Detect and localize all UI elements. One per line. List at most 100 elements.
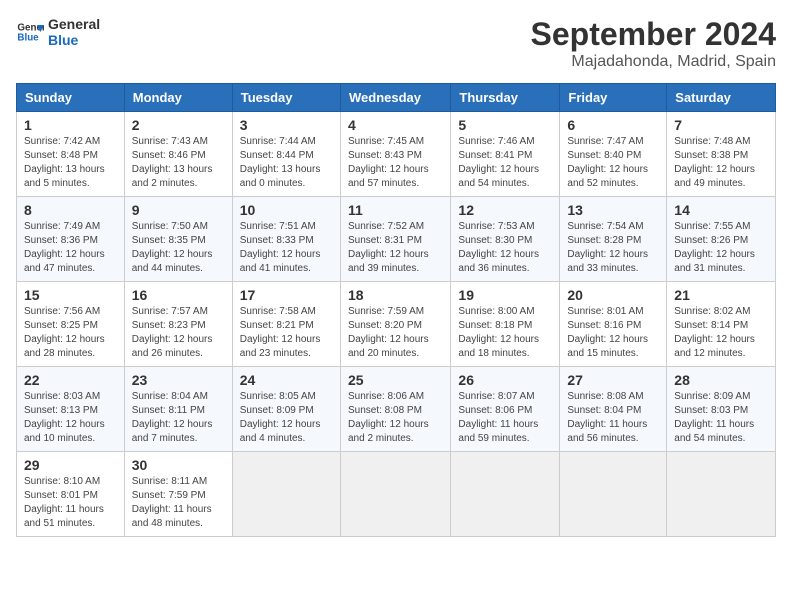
day-info: Sunrise: 7:46 AM Sunset: 8:41 PM Dayligh… — [458, 135, 552, 191]
calendar-cell: 27 Sunrise: 8:08 AM Sunset: 8:04 PM Dayli… — [560, 367, 667, 452]
calendar-cell: 24Sunrise: 8:05 AM Sunset: 8:09 PM Dayli… — [232, 367, 340, 452]
calendar-cell: 18 Sunrise: 7:59 AM Sunset: 8:20 PM Dayli… — [340, 282, 450, 367]
day-number: 20 — [567, 287, 659, 303]
day-info: Sunrise: 7:58 AM Sunset: 8:21 PM Dayligh… — [240, 305, 333, 361]
day-info: Sunrise: 8:03 AM Sunset: 8:13 PM Dayligh… — [24, 390, 117, 446]
calendar-cell: 17 Sunrise: 7:58 AM Sunset: 8:21 PM Dayli… — [232, 282, 340, 367]
month-title: September 2024 — [531, 16, 776, 53]
column-header-wednesday: Wednesday — [340, 84, 450, 112]
logo: General Blue General Blue — [16, 16, 100, 48]
logo-blue: Blue — [48, 32, 100, 48]
day-info: Sunrise: 8:08 AM Sunset: 8:04 PM Dayligh… — [567, 390, 659, 446]
calendar-cell: 6Sunrise: 7:47 AM Sunset: 8:40 PM Daylig… — [560, 112, 667, 197]
day-info: Sunrise: 8:04 AM Sunset: 8:11 PM Dayligh… — [132, 390, 225, 446]
day-info: Sunrise: 7:53 AM Sunset: 8:30 PM Dayligh… — [458, 220, 552, 276]
day-info: Sunrise: 7:50 AM Sunset: 8:35 PM Dayligh… — [132, 220, 225, 276]
day-number: 10 — [240, 202, 333, 218]
calendar-cell: 12 Sunrise: 7:53 AM Sunset: 8:30 PM Dayli… — [451, 197, 560, 282]
svg-text:Blue: Blue — [17, 32, 39, 43]
day-number: 9 — [132, 202, 225, 218]
day-info: Sunrise: 8:06 AM Sunset: 8:08 PM Dayligh… — [348, 390, 443, 446]
calendar-cell: 5 Sunrise: 7:46 AM Sunset: 8:41 PM Daylig… — [451, 112, 560, 197]
calendar-cell: 22 Sunrise: 8:03 AM Sunset: 8:13 PM Dayli… — [17, 367, 125, 452]
day-number: 26 — [458, 372, 552, 388]
day-number: 17 — [240, 287, 333, 303]
calendar-cell: 1 Sunrise: 7:42 AM Sunset: 8:48 PM Daylig… — [17, 112, 125, 197]
day-number: 15 — [24, 287, 117, 303]
day-number: 21 — [674, 287, 768, 303]
day-info: Sunrise: 7:51 AM Sunset: 8:33 PM Dayligh… — [240, 220, 333, 276]
column-header-friday: Friday — [560, 84, 667, 112]
day-number: 28 — [674, 372, 768, 388]
day-info: Sunrise: 7:54 AM Sunset: 8:28 PM Dayligh… — [567, 220, 659, 276]
calendar-cell — [667, 452, 776, 537]
calendar-cell: 23 Sunrise: 8:04 AM Sunset: 8:11 PM Dayli… — [124, 367, 232, 452]
day-info: Sunrise: 7:57 AM Sunset: 8:23 PM Dayligh… — [132, 305, 225, 361]
column-header-tuesday: Tuesday — [232, 84, 340, 112]
calendar-body: 1 Sunrise: 7:42 AM Sunset: 8:48 PM Daylig… — [17, 112, 776, 537]
calendar-cell — [232, 452, 340, 537]
column-header-thursday: Thursday — [451, 84, 560, 112]
calendar-cell — [340, 452, 450, 537]
column-header-saturday: Saturday — [667, 84, 776, 112]
day-number: 29 — [24, 457, 117, 473]
calendar-week-row: 8 Sunrise: 7:49 AM Sunset: 8:36 PM Daylig… — [17, 197, 776, 282]
calendar-week-row: 1 Sunrise: 7:42 AM Sunset: 8:48 PM Daylig… — [17, 112, 776, 197]
logo-general: General — [48, 16, 100, 32]
day-number: 22 — [24, 372, 117, 388]
calendar-cell: 25 Sunrise: 8:06 AM Sunset: 8:08 PM Dayli… — [340, 367, 450, 452]
location: Majadahonda, Madrid, Spain — [531, 53, 776, 71]
day-number: 11 — [348, 202, 443, 218]
day-number: 18 — [348, 287, 443, 303]
calendar-cell: 10 Sunrise: 7:51 AM Sunset: 8:33 PM Dayli… — [232, 197, 340, 282]
day-number: 13 — [567, 202, 659, 218]
day-number: 27 — [567, 372, 659, 388]
day-number: 3 — [240, 117, 333, 133]
calendar-cell: 19Sunrise: 8:00 AM Sunset: 8:18 PM Dayli… — [451, 282, 560, 367]
column-header-sunday: Sunday — [17, 84, 125, 112]
calendar-cell: 11 Sunrise: 7:52 AM Sunset: 8:31 PM Dayli… — [340, 197, 450, 282]
calendar-cell: 4Sunrise: 7:45 AM Sunset: 8:43 PM Daylig… — [340, 112, 450, 197]
day-info: Sunrise: 8:07 AM Sunset: 8:06 PM Dayligh… — [458, 390, 552, 446]
title-section: September 2024 Majadahonda, Madrid, Spai… — [531, 16, 776, 71]
day-number: 8 — [24, 202, 117, 218]
calendar-cell: 26 Sunrise: 8:07 AM Sunset: 8:06 PM Dayli… — [451, 367, 560, 452]
day-number: 1 — [24, 117, 117, 133]
calendar-week-row: 15 Sunrise: 7:56 AM Sunset: 8:25 PM Dayli… — [17, 282, 776, 367]
day-info: Sunrise: 7:55 AM Sunset: 8:26 PM Dayligh… — [674, 220, 768, 276]
calendar-cell: 20Sunrise: 8:01 AM Sunset: 8:16 PM Dayli… — [560, 282, 667, 367]
logo-icon: General Blue — [16, 18, 44, 46]
calendar-week-row: 22 Sunrise: 8:03 AM Sunset: 8:13 PM Dayli… — [17, 367, 776, 452]
day-number: 2 — [132, 117, 225, 133]
day-number: 23 — [132, 372, 225, 388]
calendar-header-row: SundayMondayTuesdayWednesdayThursdayFrid… — [17, 84, 776, 112]
day-number: 7 — [674, 117, 768, 133]
day-number: 16 — [132, 287, 225, 303]
calendar-cell: 9 Sunrise: 7:50 AM Sunset: 8:35 PM Daylig… — [124, 197, 232, 282]
calendar-week-row: 29 Sunrise: 8:10 AM Sunset: 8:01 PM Dayli… — [17, 452, 776, 537]
day-info: Sunrise: 7:48 AM Sunset: 8:38 PM Dayligh… — [674, 135, 768, 191]
day-number: 30 — [132, 457, 225, 473]
day-number: 24 — [240, 372, 333, 388]
day-info: Sunrise: 7:59 AM Sunset: 8:20 PM Dayligh… — [348, 305, 443, 361]
calendar-cell: 16 Sunrise: 7:57 AM Sunset: 8:23 PM Dayli… — [124, 282, 232, 367]
day-info: Sunrise: 7:44 AM Sunset: 8:44 PM Dayligh… — [240, 135, 333, 191]
calendar-cell: 7 Sunrise: 7:48 AM Sunset: 8:38 PM Daylig… — [667, 112, 776, 197]
day-info: Sunrise: 7:43 AM Sunset: 8:46 PM Dayligh… — [132, 135, 225, 191]
day-info: Sunrise: 8:00 AM Sunset: 8:18 PM Dayligh… — [458, 305, 552, 361]
day-info: Sunrise: 7:45 AM Sunset: 8:43 PM Dayligh… — [348, 135, 443, 191]
page-header: General Blue General Blue September 2024… — [16, 16, 776, 71]
day-number: 5 — [458, 117, 552, 133]
calendar-table: SundayMondayTuesdayWednesdayThursdayFrid… — [16, 83, 776, 537]
calendar-cell: 21Sunrise: 8:02 AM Sunset: 8:14 PM Dayli… — [667, 282, 776, 367]
day-info: Sunrise: 7:56 AM Sunset: 8:25 PM Dayligh… — [24, 305, 117, 361]
day-info: Sunrise: 7:52 AM Sunset: 8:31 PM Dayligh… — [348, 220, 443, 276]
day-number: 12 — [458, 202, 552, 218]
day-info: Sunrise: 7:42 AM Sunset: 8:48 PM Dayligh… — [24, 135, 117, 191]
day-info: Sunrise: 8:10 AM Sunset: 8:01 PM Dayligh… — [24, 475, 117, 531]
column-header-monday: Monday — [124, 84, 232, 112]
calendar-cell: 2 Sunrise: 7:43 AM Sunset: 8:46 PM Daylig… — [124, 112, 232, 197]
calendar-cell: 3 Sunrise: 7:44 AM Sunset: 8:44 PM Daylig… — [232, 112, 340, 197]
day-number: 25 — [348, 372, 443, 388]
day-info: Sunrise: 7:49 AM Sunset: 8:36 PM Dayligh… — [24, 220, 117, 276]
